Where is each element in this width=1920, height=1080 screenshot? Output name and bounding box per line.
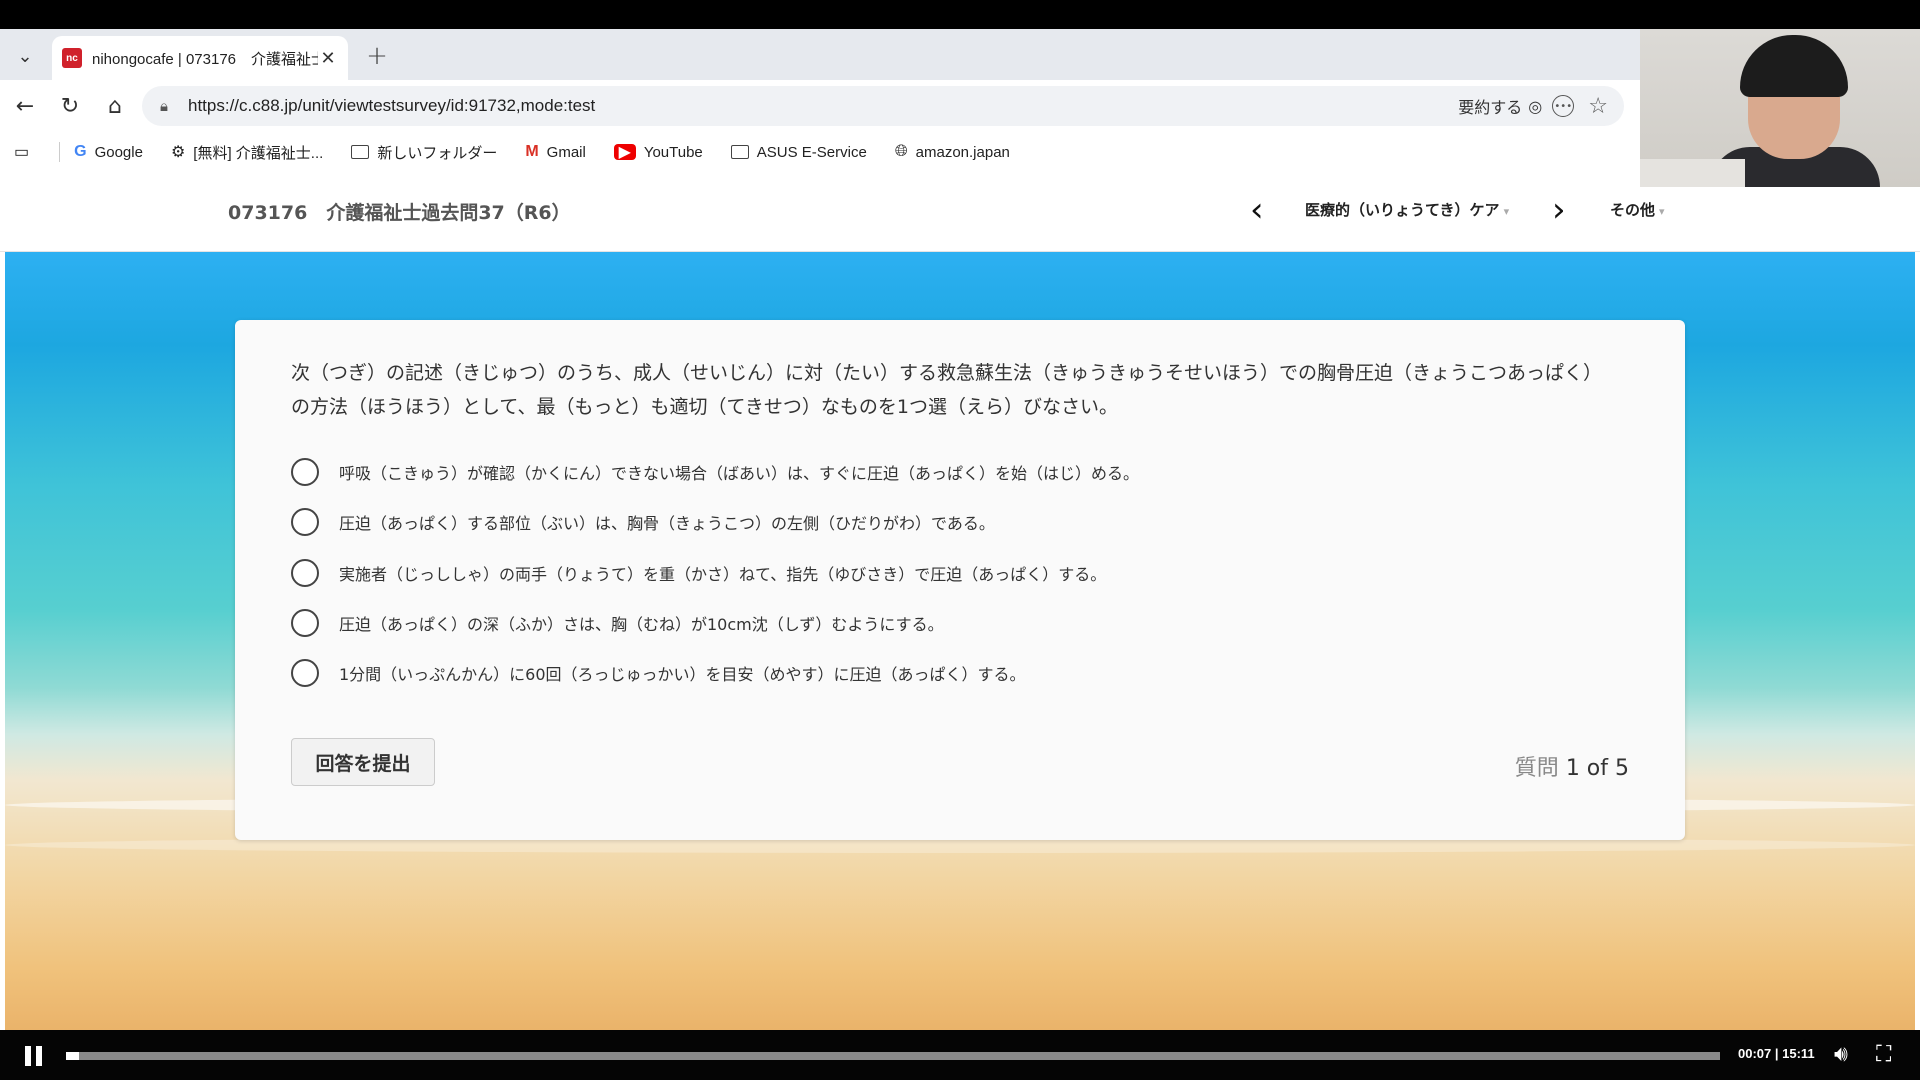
- screen: ⌄ nc nihongocafe | 073176 介護福祉士 ✕ + ← ↻ …: [0, 0, 1920, 1080]
- answer-option[interactable]: 呼吸（こきゅう）が確認（かくにん）できない場合（ばあい）は、すぐに圧迫（あっぱく…: [291, 458, 1139, 486]
- bookmarks-bar: ▭ G Google ⚙ [無料] 介護福祉士... 新しいフォルダー M Gmail…: [0, 132, 1640, 172]
- answer-option[interactable]: 実施者（じっししゃ）の両手（りょうて）を重（かさ）ねて、指先（ゆびさき）で圧迫（…: [291, 559, 1106, 587]
- bookmark-youtube[interactable]: ▶ YouTube: [613, 144, 703, 161]
- site-favicon-icon: nc: [62, 48, 82, 68]
- section-menu-label: 医療的（いりょうてき）ケア: [1305, 201, 1500, 219]
- fullscreen-icon[interactable]: ⛶: [1876, 1042, 1891, 1067]
- question-text: 次（つぎ）の記述（きじゅつ）のうち、成人（せいじん）に対（たい）する救急蘇生法（…: [291, 362, 1603, 418]
- webcam-panel: [1640, 159, 1745, 187]
- bookmark-kaigo[interactable]: ⚙ [無料] 介護福祉士...: [171, 142, 323, 163]
- bookmark-google[interactable]: G Google: [74, 143, 143, 161]
- tab-title: nihongocafe | 073176 介護福祉士: [92, 50, 318, 68]
- course-title: 073176 介護福祉士過去問37（R6）: [228, 202, 571, 224]
- tab-strip: ⌄ nc nihongocafe | 073176 介護福祉士 ✕ +: [0, 29, 1640, 80]
- volume-icon[interactable]: 🔊︎: [1834, 1042, 1848, 1067]
- option-label: 実施者（じっししゃ）の両手（りょうて）を重（かさ）ねて、指先（ゆびさき）で圧迫（…: [339, 565, 1107, 584]
- summarize-label: 要約する: [1458, 98, 1523, 117]
- bookmarks-divider: [59, 142, 61, 162]
- tab-list-chevron-down-icon[interactable]: ⌄: [10, 42, 40, 70]
- radio-button[interactable]: [291, 508, 319, 536]
- answer-option[interactable]: 1分間（いっぷんかん）に60回（ろっじゅっかい）を目安（めやす）に圧迫（あっぱく…: [291, 659, 1026, 687]
- new-tab-plus-icon[interactable]: +: [362, 41, 392, 71]
- submit-answer-button[interactable]: 回答を提出: [291, 738, 435, 786]
- other-menu[interactable]: その他 ▾: [1610, 199, 1665, 220]
- youtube-icon: ▶: [613, 144, 636, 161]
- bookmark-amazon[interactable]: 🌐︎ amazon.japan: [895, 143, 1010, 161]
- active-tab[interactable]: nc nihongocafe | 073176 介護福祉士 ✕: [52, 36, 348, 80]
- counter-value: 1 of 5: [1565, 756, 1629, 781]
- bookmark-asus[interactable]: ASUS E-Service: [730, 144, 867, 161]
- option-label: 圧迫（あっぱく）する部位（ぶい）は、胸骨（きょうこつ）の左側（ひだりがわ）である…: [339, 514, 995, 533]
- answer-option[interactable]: 圧迫（あっぱく）する部位（ぶい）は、胸骨（きょうこつ）の左側（ひだりがわ）である…: [291, 508, 995, 536]
- home-icon[interactable]: ⌂: [100, 91, 130, 121]
- seek-bar[interactable]: [66, 1052, 1720, 1060]
- video-player-controls: 00:07 | 15:11 🔊︎ ⛶: [0, 1030, 1920, 1080]
- back-arrow-icon[interactable]: ←: [10, 91, 40, 121]
- radio-button[interactable]: [291, 559, 319, 587]
- page-content: 073176 介護福祉士過去問37（R6） ‹ 医療的（いりょうてき）ケア ▾ ›…: [0, 172, 1920, 1030]
- site-info-icon[interactable]: 🔒︎: [152, 97, 176, 115]
- quiz-card: 次（つぎ）の記述（きじゅつ）のうち、成人（せいじん）に対（たい）する救急蘇生法（…: [235, 320, 1685, 840]
- option-label: 圧迫（あっぱく）の深（ふか）さは、胸（むね）が10cm沈（しず）むようにする。: [339, 615, 944, 634]
- bookmark-reading-list[interactable]: ▭: [14, 142, 37, 162]
- presenter-hair: [1740, 35, 1848, 97]
- gear-icon: ⚙: [170, 144, 186, 161]
- browser-toolbar: ← ↻ ⌂ 🔒︎ https://c.c88.jp/unit/viewtests…: [0, 80, 1640, 132]
- site-header: 073176 介護福祉士過去問37（R6） ‹ 医療的（いりょうてき）ケア ▾ ›…: [0, 172, 1920, 252]
- folder-icon: [351, 145, 370, 159]
- tab-close-icon[interactable]: ✕: [318, 48, 338, 69]
- radio-button[interactable]: [291, 458, 319, 486]
- browser-window: ⌄ nc nihongocafe | 073176 介護福祉士 ✕ + ← ↻ …: [0, 29, 1920, 1030]
- answer-option[interactable]: 圧迫（あっぱく）の深（ふか）さは、胸（むね）が10cm沈（しず）むようにする。: [291, 609, 944, 637]
- more-options-icon[interactable]: •••: [1552, 95, 1575, 117]
- option-label: 1分間（いっぷんかん）に60回（ろっじゅっかい）を目安（めやす）に圧迫（あっぱく…: [339, 665, 1026, 684]
- reading-list-icon: ▭: [14, 144, 30, 161]
- address-bar[interactable]: 🔒︎ https://c.c88.jp/unit/viewtestsurvey/…: [142, 86, 1624, 126]
- radio-button[interactable]: [291, 609, 319, 637]
- prev-chevron-left-icon[interactable]: ‹: [1250, 190, 1264, 230]
- question-counter: 質問 1 of 5: [1515, 750, 1629, 782]
- bookmark-new-folder[interactable]: 新しいフォルダー: [351, 142, 497, 163]
- folder-icon: [730, 145, 749, 159]
- timecode: 00:07 | 15:11: [1738, 1046, 1815, 1061]
- google-icon: G: [74, 143, 87, 160]
- url-text[interactable]: https://c.c88.jp/unit/viewtestsurvey/id:…: [188, 96, 1458, 116]
- reload-icon[interactable]: ↻: [55, 91, 85, 121]
- caret-down-icon: ▾: [1503, 205, 1510, 218]
- webcam-overlay: [1640, 29, 1920, 187]
- counter-prefix: 質問: [1514, 756, 1559, 781]
- option-label: 呼吸（こきゅう）が確認（かくにん）できない場合（ばあい）は、すぐに圧迫（あっぱく…: [339, 464, 1140, 483]
- caret-down-icon: ▾: [1659, 205, 1665, 218]
- radio-button[interactable]: [291, 659, 319, 687]
- other-menu-label: その他: [1610, 201, 1656, 219]
- section-menu[interactable]: 医療的（いりょうてき）ケア ▾: [1305, 199, 1509, 220]
- globe-icon: 🌐︎: [894, 143, 908, 160]
- pause-icon[interactable]: [24, 1046, 44, 1066]
- summarize-button[interactable]: 要約する ◎: [1458, 94, 1542, 118]
- seek-bar-fill: [66, 1052, 80, 1060]
- bookmark-gmail[interactable]: M Gmail: [525, 143, 586, 161]
- next-chevron-right-icon[interactable]: ›: [1552, 190, 1566, 230]
- copilot-icon: ◎: [1528, 96, 1543, 116]
- gmail-icon: M: [525, 143, 539, 160]
- favorite-star-icon[interactable]: ☆: [1588, 94, 1608, 119]
